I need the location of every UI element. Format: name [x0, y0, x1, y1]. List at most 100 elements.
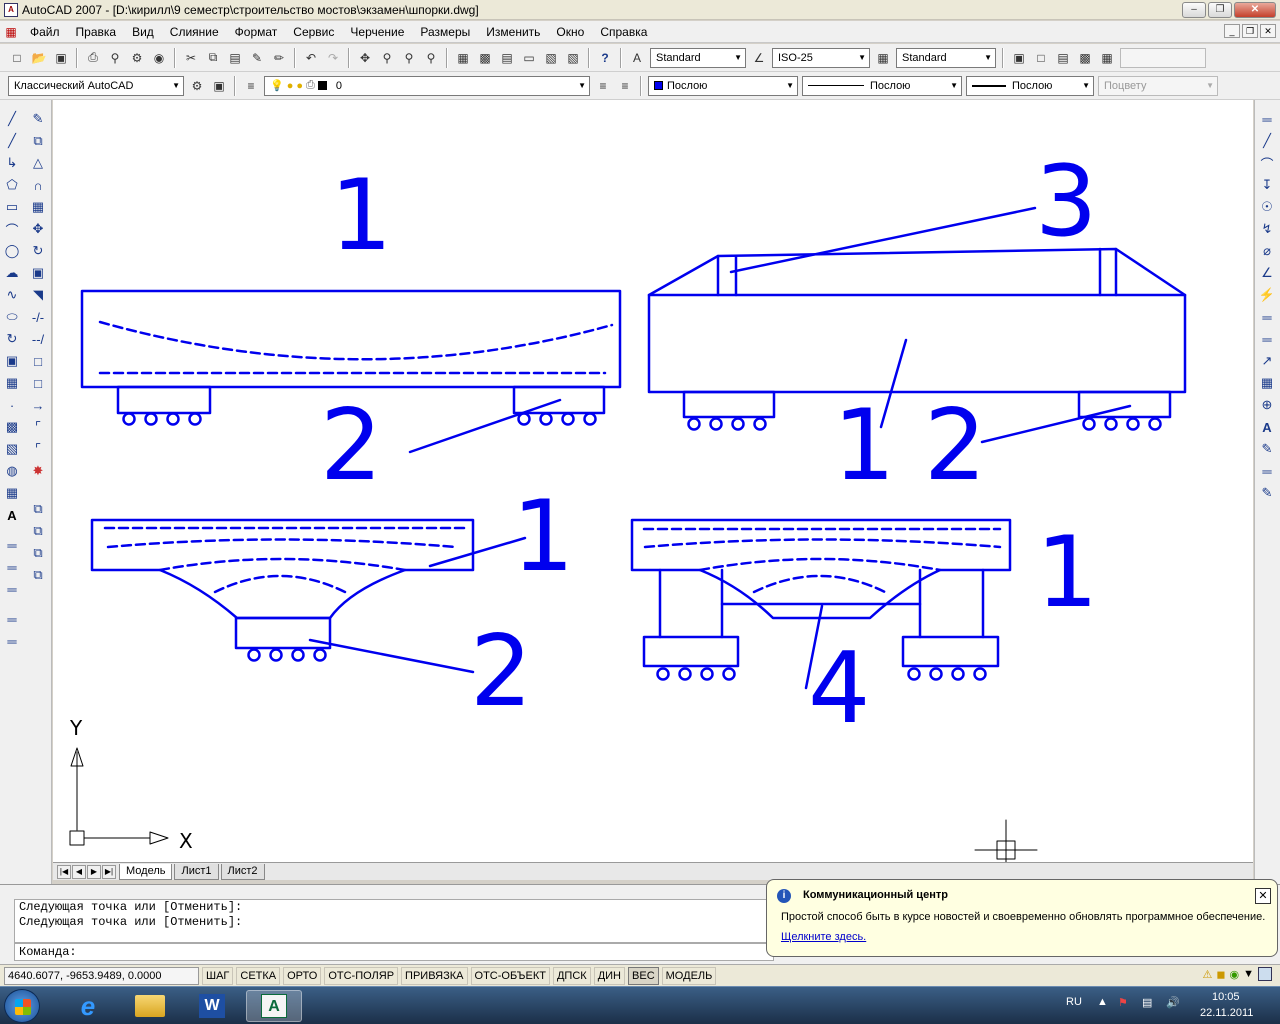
polygonal-viewport-icon[interactable]: ▤: [1053, 48, 1073, 68]
scale-icon[interactable]: ▣: [28, 262, 48, 284]
erase-icon[interactable]: ✎: [28, 108, 48, 130]
save-icon[interactable]: ▣: [51, 48, 71, 68]
start-button[interactable]: [4, 989, 40, 1023]
convert-viewport-icon[interactable]: ▩: [1075, 48, 1095, 68]
print-icon[interactable]: ⎙: [83, 48, 103, 68]
copy-icon[interactable]: ⧉: [203, 48, 223, 68]
text-style-icon[interactable]: A: [627, 48, 647, 68]
drawing-canvas[interactable]: 1 2 3 1 2 1 2 1 4 Y X: [53, 100, 1253, 863]
table-icon[interactable]: ▦: [2, 482, 22, 504]
sheet-set-icon[interactable]: ▭: [519, 48, 539, 68]
comm-center-icon[interactable]: ◉: [1230, 968, 1240, 981]
dyn-button[interactable]: ДИН: [593, 966, 626, 985]
table-style-icon[interactable]: ▦: [873, 48, 893, 68]
dimension-baseline-icon[interactable]: ═: [2, 578, 22, 600]
paste-icon[interactable]: ▤: [225, 48, 245, 68]
draworder-under-icon[interactable]: ⧉: [28, 564, 48, 586]
match-properties-icon[interactable]: ✎: [247, 48, 267, 68]
dim-diameter-icon[interactable]: ⌀: [1257, 240, 1277, 262]
dim-linear-icon[interactable]: ═: [1257, 108, 1277, 130]
next-tab-button[interactable]: ▶: [87, 864, 101, 879]
dim-text-edit-icon[interactable]: ✎: [1257, 438, 1277, 460]
dim-arc-length-icon[interactable]: ⌒: [1257, 152, 1277, 174]
first-tab-button[interactable]: |◀: [57, 864, 71, 879]
polyline-icon[interactable]: ↳: [2, 152, 22, 174]
ortho-button[interactable]: ОРТО: [283, 966, 322, 985]
tab-layout1[interactable]: Лист1: [174, 863, 219, 880]
arc-icon[interactable]: ⌒: [2, 218, 22, 240]
balloon-close-button[interactable]: ✕: [1255, 888, 1271, 904]
show-hidden-icons[interactable]: ▲: [1097, 996, 1108, 1008]
spline-icon[interactable]: ∿: [2, 284, 22, 306]
pan-icon[interactable]: ✥: [355, 48, 375, 68]
text-style-select[interactable]: Standard ▼: [650, 47, 746, 68]
break-at-point-icon[interactable]: □: [28, 350, 48, 372]
warning-icon[interactable]: ⚠: [1202, 968, 1212, 981]
menu-file[interactable]: Файл: [22, 25, 68, 39]
dim-angular-icon[interactable]: ∠: [1257, 262, 1277, 284]
menu-edit[interactable]: Правка: [68, 25, 125, 39]
workspace-save-icon[interactable]: ▣: [209, 76, 229, 96]
quick-dim-icon[interactable]: ⚡: [1257, 284, 1277, 306]
dim-baseline-icon[interactable]: ═: [1257, 306, 1277, 328]
rotate-icon[interactable]: ↻: [28, 240, 48, 262]
close-button[interactable]: ✕: [1234, 2, 1276, 18]
cut-icon[interactable]: ✂: [181, 48, 201, 68]
explorer-icon[interactable]: [122, 990, 178, 1022]
block-editor-icon[interactable]: ✏: [269, 48, 289, 68]
insert-block-icon[interactable]: ▣: [2, 350, 22, 372]
ducs-button[interactable]: ДПСК: [552, 966, 591, 985]
trim-icon[interactable]: -/-: [28, 306, 48, 328]
dimension-aligned-icon[interactable]: ═: [2, 556, 22, 578]
menu-merge[interactable]: Слияние: [162, 25, 227, 39]
mirror-icon[interactable]: △: [28, 152, 48, 174]
calculator-icon[interactable]: ▧: [563, 48, 583, 68]
menu-dimension[interactable]: Размеры: [412, 25, 478, 39]
center-mark-icon[interactable]: ⊕: [1257, 394, 1277, 416]
snap-button[interactable]: ШАГ: [202, 966, 234, 985]
design-center-icon[interactable]: ▩: [475, 48, 495, 68]
construction-line-icon[interactable]: ╱: [2, 130, 22, 152]
polygon-icon[interactable]: ⬠: [2, 174, 22, 196]
rectangle-icon[interactable]: ▭: [2, 196, 22, 218]
menu-help[interactable]: Справка: [592, 25, 655, 39]
tolerance-icon[interactable]: ▦: [1257, 372, 1277, 394]
dim-style-manager-icon[interactable]: ✎: [1257, 482, 1277, 504]
autocad-taskbar-icon[interactable]: A: [246, 990, 302, 1022]
dim-continue-icon[interactable]: ═: [1257, 328, 1277, 350]
quick-leader-icon[interactable]: ↗: [1257, 350, 1277, 372]
polar-button[interactable]: ОТС-ПОЛЯР: [324, 966, 399, 985]
fillet-icon[interactable]: ⌜: [28, 438, 48, 460]
menu-format[interactable]: Формат: [227, 25, 286, 39]
point-icon[interactable]: ·: [2, 394, 22, 416]
undo-icon[interactable]: ↶: [301, 48, 321, 68]
menu-draw[interactable]: Черчение: [342, 25, 412, 39]
dim-radius-icon[interactable]: ☉: [1257, 196, 1277, 218]
dim-style-select[interactable]: ISO-25 ▼: [772, 47, 870, 68]
zoom-window-icon[interactable]: ⚲: [399, 48, 419, 68]
viewport-scale-select[interactable]: [1120, 47, 1206, 68]
ellipse-arc-icon[interactable]: ↻: [2, 328, 22, 350]
move-icon[interactable]: ✥: [28, 218, 48, 240]
gradient-icon[interactable]: ▧: [2, 438, 22, 460]
ellipse-icon[interactable]: ⬭: [2, 306, 22, 328]
dim-jogged-icon[interactable]: ↯: [1257, 218, 1277, 240]
layer-manager-icon[interactable]: ≡: [241, 76, 261, 96]
tool-palettes-icon[interactable]: ▤: [497, 48, 517, 68]
stretch-icon[interactable]: ◥: [28, 284, 48, 306]
copy-object-icon[interactable]: ⧉: [28, 130, 48, 152]
model-button[interactable]: МОДЕЛЬ: [661, 966, 717, 985]
dim-update-icon[interactable]: ═: [1257, 460, 1277, 482]
revision-cloud-icon[interactable]: ☁: [2, 262, 22, 284]
prev-tab-button[interactable]: ◀: [72, 864, 86, 879]
draworder-back-icon[interactable]: ⧉: [28, 520, 48, 542]
explode-icon[interactable]: ✸: [28, 460, 48, 482]
lock-icon[interactable]: ◼: [1216, 968, 1225, 981]
workspace-select[interactable]: Классический AutoCAD ▼: [8, 75, 184, 96]
chamfer-icon[interactable]: ⌜: [28, 416, 48, 438]
clean-screen-icon[interactable]: [1258, 967, 1272, 981]
draworder-front-icon[interactable]: ⧉: [28, 498, 48, 520]
command-input[interactable]: Команда:: [14, 943, 774, 961]
menu-tools[interactable]: Сервис: [285, 25, 342, 39]
color-select[interactable]: Послою ▼: [648, 75, 798, 96]
